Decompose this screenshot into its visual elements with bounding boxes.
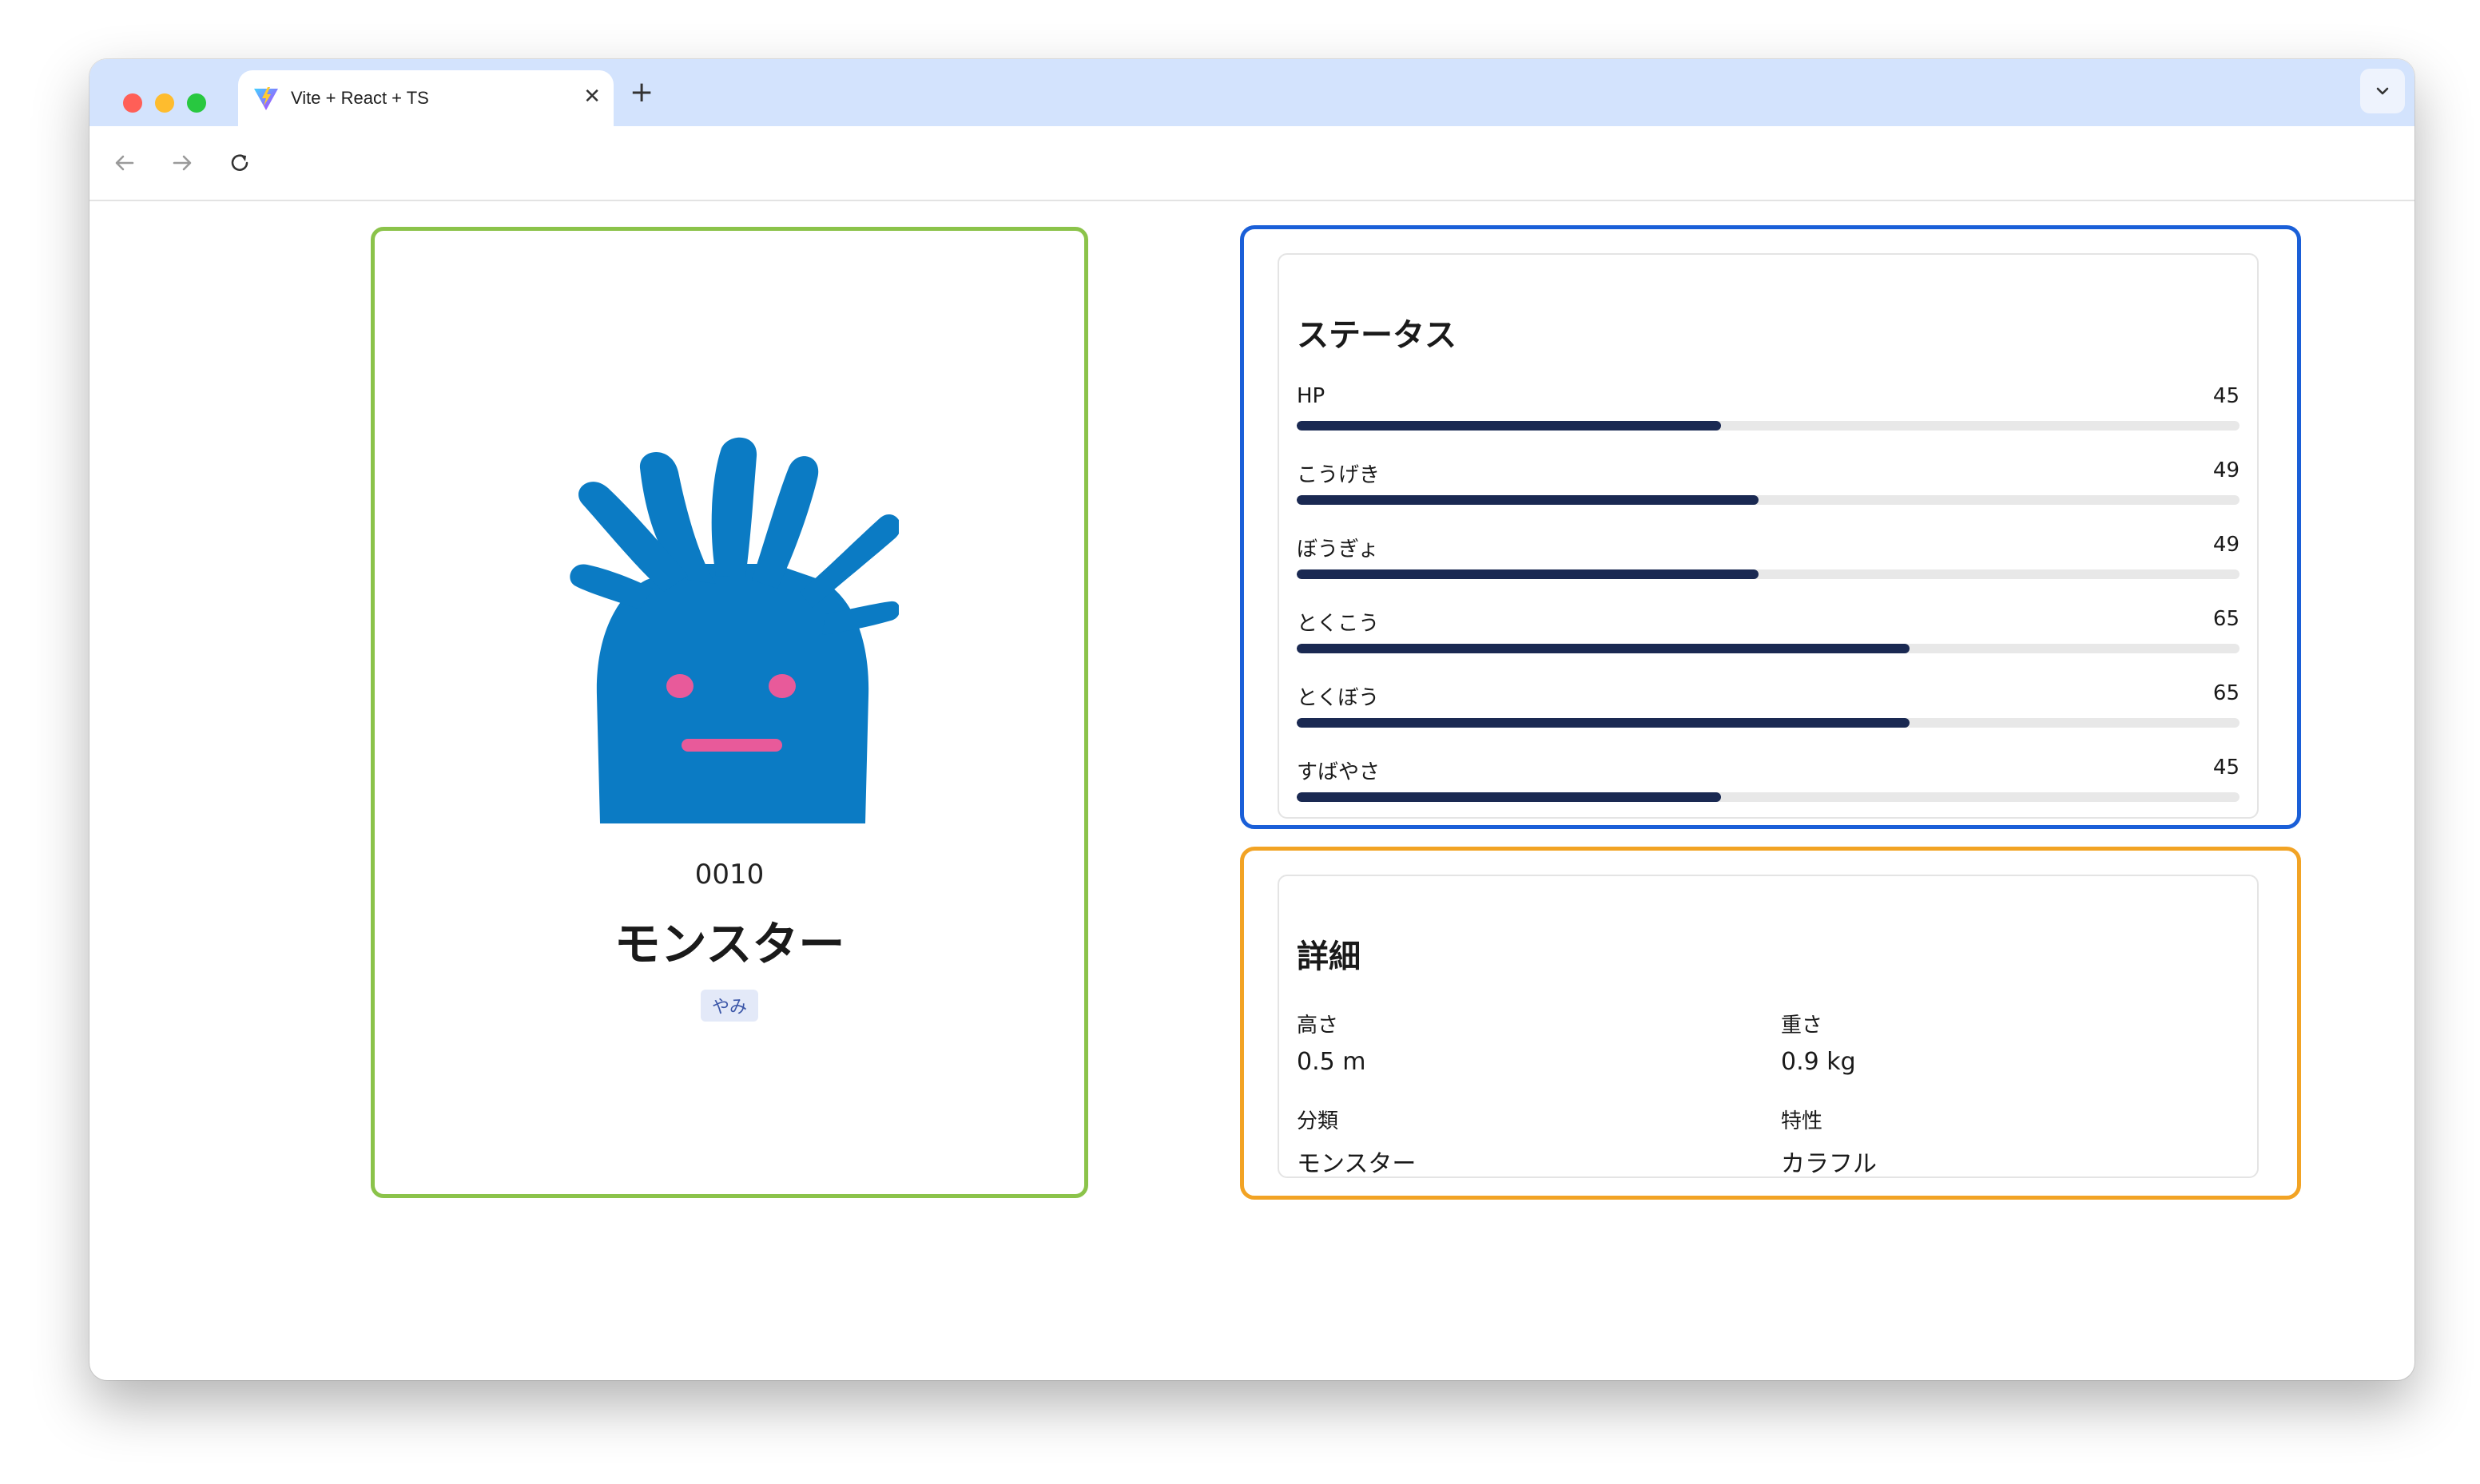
stat-sp-attack: とくこう 65 (1297, 607, 2240, 657)
tab-close-icon[interactable]: ✕ (583, 84, 601, 109)
detail-category: 分類 モンスター (1297, 1105, 1416, 1179)
detail-label: 分類 (1297, 1109, 1339, 1133)
tab-search-button[interactable] (2360, 69, 2405, 113)
stat-bar (1297, 644, 2240, 653)
stat-label: こうげき (1297, 463, 1381, 487)
stat-bar-fill (1297, 421, 1721, 431)
tab-title: Vite + React + TS (291, 88, 429, 108)
stat-hp: HP 45 (1297, 384, 2240, 434)
back-arrow-icon[interactable] (112, 150, 137, 176)
stat-bar (1297, 718, 2240, 728)
forward-arrow-icon[interactable] (169, 150, 195, 176)
stat-label: ぼうぎょ (1297, 538, 1379, 561)
stat-bar (1297, 421, 2240, 431)
vite-logo-icon (254, 87, 278, 110)
stat-value: 45 (2212, 756, 2240, 780)
detail-value: モンスター (1297, 1150, 1417, 1178)
stat-bar-fill (1297, 644, 1910, 653)
stat-value: 65 (2212, 681, 2240, 705)
type-badges: やみ (375, 990, 1084, 1022)
detail-label: 重さ (1781, 1014, 1823, 1038)
status-card: ステータス HP 45 こうげき 49 ぼうぎょ 49 とくこう 65 とくぼう… (1240, 225, 2301, 829)
stat-bar (1297, 495, 2240, 505)
status-title: ステータス (1297, 317, 1457, 354)
toolbar (89, 126, 2414, 201)
close-window-button[interactable] (123, 93, 142, 113)
stat-bar-fill (1297, 718, 1910, 728)
stat-bar (1297, 792, 2240, 802)
stat-value: 49 (2212, 533, 2240, 557)
stat-bar-fill (1297, 495, 1759, 505)
detail-weight: 重さ 0.9 kg (1781, 1009, 1856, 1076)
maximize-window-button[interactable] (187, 93, 206, 113)
tab-active[interactable]: Vite + React + TS ✕ (238, 70, 614, 126)
stat-bar-fill (1297, 569, 1759, 579)
detail-height: 高さ 0.5 m (1297, 1009, 1365, 1076)
type-badge: やみ (700, 990, 758, 1022)
status-panel: ステータス HP 45 こうげき 49 ぼうぎょ 49 とくこう 65 とくぼう… (1278, 253, 2259, 819)
detail-value: 0.9 kg (1781, 1048, 1856, 1076)
reload-icon[interactable] (227, 150, 252, 176)
page-content: 0010 モンスター やみ ステータス HP 45 こうげき 49 ぼうぎょ 4… (89, 201, 2414, 1380)
monster-id: 0010 (694, 859, 765, 891)
monster-card: 0010 モンスター やみ (371, 227, 1088, 1198)
stat-label: とくぼう (1297, 686, 1380, 710)
minimize-window-button[interactable] (155, 93, 174, 113)
monster-body (570, 437, 899, 823)
stat-attack: こうげき 49 (1297, 458, 2240, 508)
stat-label: とくこう (1297, 612, 1380, 636)
stat-value: 49 (2212, 458, 2240, 482)
stat-sp-defense: とくぼう 65 (1297, 681, 2240, 731)
monster-name: モンスター (614, 917, 845, 971)
tab-bar: Vite + React + TS ✕ + (89, 59, 2414, 126)
detail-value: カラフル (1781, 1150, 1877, 1178)
monster-illustration-icon (570, 437, 899, 823)
stat-label: すばやさ (1297, 760, 1381, 784)
chevron-down-icon (2376, 87, 2389, 95)
stat-bar-fill (1297, 792, 1721, 802)
stat-value: 65 (2212, 607, 2240, 631)
stat-defense: ぼうぎょ 49 (1297, 533, 2240, 582)
stat-label: HP (1297, 384, 1325, 408)
detail-value: 0.5 m (1297, 1048, 1366, 1076)
stat-bar (1297, 569, 2240, 579)
stat-value: 45 (2212, 384, 2240, 408)
details-panel: 詳細 高さ 0.5 m 重さ 0.9 kg 分類 モンスター 特性 カラフル (1278, 875, 2259, 1178)
detail-label: 高さ (1297, 1014, 1339, 1038)
new-tab-button[interactable]: + (630, 77, 654, 109)
browser-window: Vite + React + TS ✕ + 0010 モンスター やみ ステータ… (89, 59, 2414, 1380)
details-card: 詳細 高さ 0.5 m 重さ 0.9 kg 分類 モンスター 特性 カラフル (1240, 847, 2301, 1200)
stat-speed: すばやさ 45 (1297, 756, 2240, 805)
detail-label: 特性 (1781, 1109, 1823, 1133)
details-title: 詳細 (1297, 938, 1361, 975)
detail-ability: 特性 カラフル (1781, 1105, 1877, 1179)
